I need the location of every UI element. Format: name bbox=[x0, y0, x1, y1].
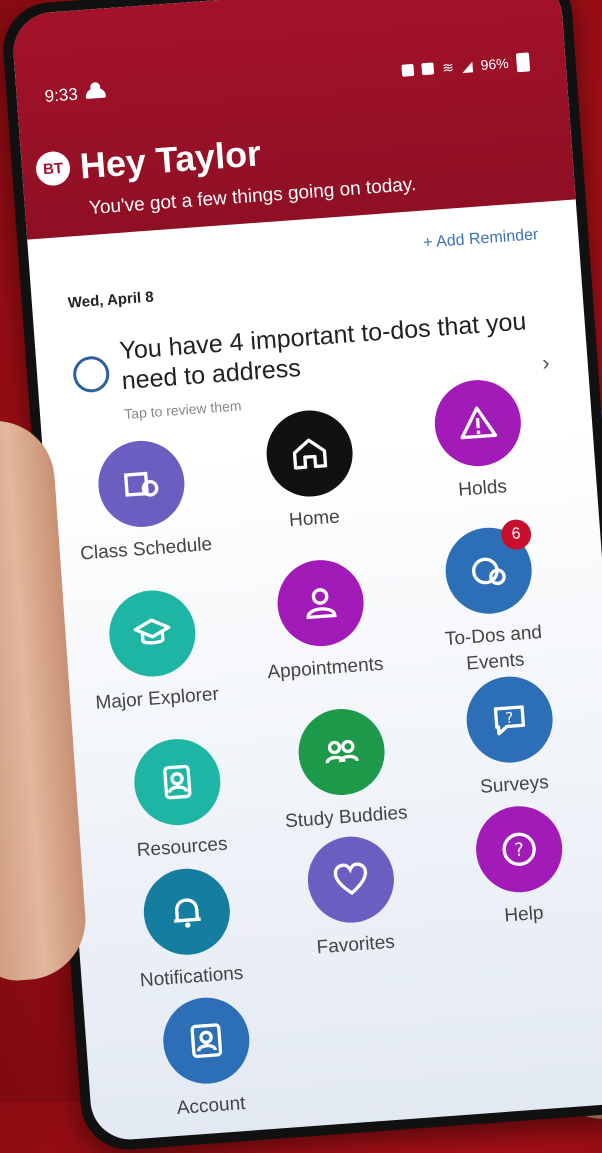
signal-icon: ◢ bbox=[461, 57, 474, 74]
graduation-cap-icon bbox=[133, 618, 171, 645]
app-home[interactable]: Home bbox=[227, 405, 395, 538]
app-account[interactable]: Account bbox=[123, 992, 291, 1125]
app-label: Surveys bbox=[479, 771, 550, 798]
app-label: Major Explorer bbox=[94, 683, 220, 714]
status-time: 9:33 bbox=[44, 83, 107, 107]
app-surveys[interactable]: ? Surveys bbox=[427, 671, 595, 804]
help-icon: ? bbox=[502, 832, 536, 866]
account-icon bbox=[190, 1023, 223, 1059]
app-grid: Class Schedule Home Holds Major Explorer… bbox=[42, 377, 602, 1142]
survey-icon: ? bbox=[493, 705, 526, 736]
todo-icon bbox=[71, 355, 111, 394]
app-circle bbox=[140, 865, 233, 958]
header: 9:33 ≋ ◢ 96% BT Hey Taylor You've got a … bbox=[10, 0, 576, 240]
schedule-icon bbox=[123, 471, 159, 497]
app-notifications[interactable]: Notifications bbox=[104, 863, 272, 996]
app-label: Notifications bbox=[139, 962, 245, 992]
app-circle bbox=[295, 705, 388, 799]
phone: 9:33 ≋ ◢ 96% BT Hey Taylor You've got a … bbox=[0, 0, 602, 1153]
app-label: Home bbox=[288, 506, 341, 532]
app-study-buddies[interactable]: Study Buddies bbox=[259, 703, 427, 836]
study-buddies-icon bbox=[325, 739, 359, 764]
notification-icon bbox=[401, 63, 415, 77]
status-bar: 9:33 ≋ ◢ 96% bbox=[44, 51, 531, 107]
battery-text: 96% bbox=[479, 54, 510, 73]
battery-icon bbox=[515, 51, 531, 72]
app-resources[interactable]: Resources bbox=[94, 733, 262, 866]
app-label: Help bbox=[503, 902, 545, 927]
app-circle bbox=[131, 736, 224, 829]
add-reminder-link[interactable]: + Add Reminder bbox=[423, 226, 539, 252]
warning-icon bbox=[460, 406, 498, 440]
app-label: Account bbox=[176, 1093, 247, 1119]
svg-text:?: ? bbox=[514, 840, 525, 862]
app-circle: ? bbox=[463, 673, 556, 766]
alarm-icon bbox=[421, 62, 435, 76]
app-label: Holds bbox=[457, 476, 508, 501]
app-circle bbox=[95, 437, 188, 530]
app-label: Resources bbox=[136, 833, 229, 862]
app-circle: 6 bbox=[442, 518, 535, 617]
wifi-icon: ≋ bbox=[441, 58, 455, 76]
app-favorites[interactable]: Favorites bbox=[268, 831, 436, 964]
app-circle bbox=[263, 407, 356, 500]
resources-icon bbox=[163, 764, 192, 800]
app-circle bbox=[304, 833, 397, 926]
app-label: To-Dos and Events bbox=[444, 622, 543, 675]
app-label: Class Schedule bbox=[79, 533, 213, 565]
app-label: Favorites bbox=[315, 931, 396, 959]
app-circle bbox=[274, 557, 367, 650]
app-circle bbox=[160, 994, 253, 1087]
page-title: Hey Taylor bbox=[78, 132, 263, 187]
greeting: BT Hey Taylor bbox=[34, 132, 263, 190]
phone-screen: 9:33 ≋ ◢ 96% BT Hey Taylor You've got a … bbox=[10, 0, 602, 1143]
app-class-schedule[interactable]: Class Schedule bbox=[58, 435, 226, 568]
app-help[interactable]: ? Help bbox=[436, 800, 602, 933]
app-label: Appointments bbox=[266, 653, 385, 684]
cloud-icon bbox=[85, 87, 107, 99]
home-icon bbox=[292, 438, 328, 470]
avatar[interactable]: BT bbox=[34, 150, 72, 187]
bell-icon bbox=[174, 898, 201, 928]
app-circle bbox=[431, 377, 524, 470]
time-text: 9:33 bbox=[44, 84, 79, 106]
heart-icon bbox=[333, 862, 368, 896]
status-icons: ≋ ◢ 96% bbox=[401, 51, 531, 80]
person-icon bbox=[306, 588, 337, 620]
todo-icon bbox=[472, 557, 506, 586]
app-todos-and-events[interactable]: 6 To-Dos and Events bbox=[406, 518, 576, 681]
app-label: Study Buddies bbox=[284, 802, 409, 833]
svg-text:?: ? bbox=[505, 709, 514, 728]
app-circle bbox=[106, 587, 199, 680]
app-major-explorer[interactable]: Major Explorer bbox=[69, 585, 237, 718]
app-appointments[interactable]: Appointments bbox=[238, 554, 406, 687]
app-circle: ? bbox=[473, 803, 566, 896]
notification-badge: 6 bbox=[500, 518, 533, 551]
date-label: Wed, April 8 bbox=[67, 288, 155, 312]
app-holds[interactable]: Holds bbox=[395, 374, 563, 507]
